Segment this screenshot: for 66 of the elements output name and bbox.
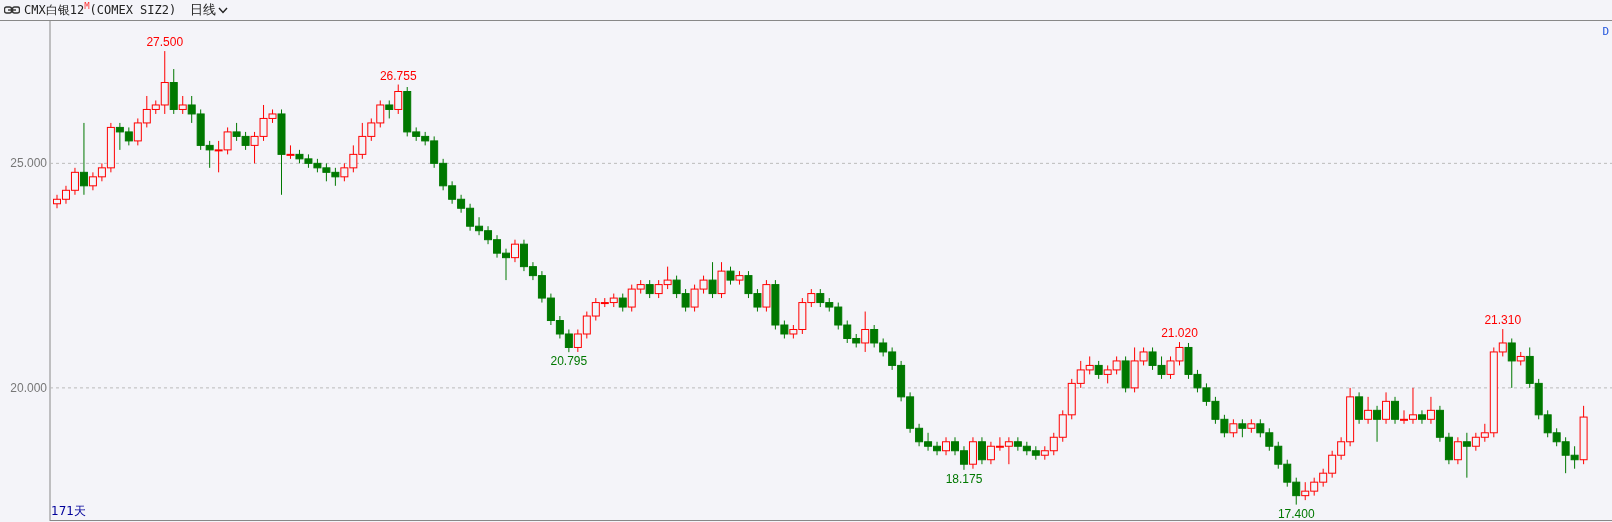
candlestick — [933, 441, 942, 456]
candlestick — [816, 288, 825, 308]
candlestick — [555, 315, 564, 339]
price-label: 17.400 — [1277, 506, 1315, 521]
candlestick — [1444, 432, 1453, 465]
candlestick — [1283, 459, 1292, 488]
candlestick — [977, 436, 986, 465]
candlestick — [1247, 418, 1256, 434]
candlestick — [448, 180, 457, 205]
candlestick — [322, 162, 331, 182]
candlestick — [1058, 409, 1067, 443]
instrument-title: CMX白银12$^{M}$(COMEX SIZ2) — [24, 1, 177, 19]
candlestick — [1211, 396, 1220, 425]
candlestick — [1310, 477, 1319, 497]
candlestick — [968, 436, 977, 470]
candlestick — [1238, 418, 1247, 438]
candlestick — [1022, 441, 1031, 456]
price-label: 20.795 — [550, 354, 588, 369]
corner-label: D — [1602, 25, 1609, 38]
link-icon — [4, 6, 20, 14]
candlestick — [1373, 405, 1382, 443]
candlestick — [1265, 427, 1274, 452]
candlestick — [1364, 396, 1373, 425]
candlestick — [879, 338, 888, 357]
price-label: 21.020 — [1161, 326, 1198, 341]
day-count: 171天 — [51, 504, 86, 518]
candlestick — [1435, 405, 1444, 443]
candlestick — [546, 293, 555, 326]
candlestick — [439, 158, 448, 191]
candlestick — [609, 293, 618, 308]
candlestick — [1220, 414, 1229, 438]
candlestick — [672, 275, 681, 299]
candlestick — [573, 329, 582, 353]
candlestick — [1157, 355, 1166, 380]
candlestick — [1031, 445, 1040, 461]
candlestick — [681, 288, 690, 313]
candlestick — [1103, 364, 1112, 384]
candlestick — [1382, 391, 1391, 425]
candlestick — [654, 279, 663, 299]
price-label: 18.175 — [945, 471, 983, 486]
candlestick — [924, 432, 933, 452]
candlestick — [1148, 346, 1157, 371]
candlestick — [295, 149, 304, 164]
candlestick — [564, 329, 573, 353]
candlestick — [645, 279, 654, 299]
candlestick — [331, 167, 340, 187]
period-dropdown[interactable]: 日线 — [188, 1, 231, 19]
candlestick — [304, 153, 313, 169]
candlestick — [1202, 382, 1211, 407]
candlestick — [1274, 441, 1283, 470]
price-label: 27.500 — [146, 35, 184, 50]
candlestick — [1256, 418, 1265, 438]
price-label: 21.310 — [1484, 313, 1522, 328]
price-label: 26.755 — [379, 68, 417, 83]
candlestick — [313, 158, 322, 173]
candlestick — [753, 288, 762, 313]
candlestick — [1229, 418, 1238, 438]
candlestick — [1166, 355, 1175, 380]
y-axis-label: 25.000 — [10, 156, 47, 171]
candlestick — [582, 311, 591, 339]
y-axis-label: 20.000 — [10, 380, 47, 395]
candlestick — [484, 225, 493, 245]
candlestick — [214, 140, 223, 173]
chevron-down-icon — [218, 6, 229, 14]
candlestick — [663, 266, 672, 290]
candlestick — [1094, 360, 1103, 380]
